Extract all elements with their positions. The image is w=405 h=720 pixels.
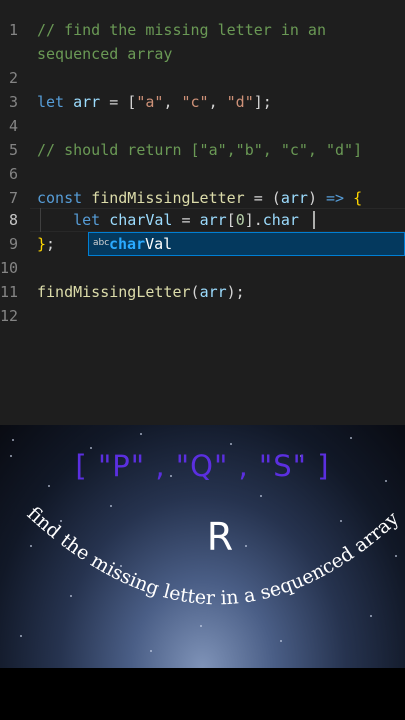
code-token: ]. xyxy=(244,211,263,229)
line-number: 2 xyxy=(8,69,18,87)
autocomplete-widget[interactable]: abc charVal xyxy=(88,232,405,256)
code-token: , xyxy=(163,93,182,111)
line-number: 3 xyxy=(8,93,18,111)
code-token: ) xyxy=(307,189,326,207)
code-line[interactable]: 4 xyxy=(0,114,405,138)
line-code: sequenced array xyxy=(37,42,172,66)
line-number: 8 xyxy=(8,211,18,229)
line-number: 5 xyxy=(8,141,18,159)
line-number: 11 xyxy=(0,283,19,301)
code-token: char xyxy=(262,211,299,229)
code-token: } xyxy=(37,235,47,253)
code-editor[interactable]: 1 // find the missing letter in an sequenc… xyxy=(0,0,405,425)
code-line[interactable]: 7 const findMissingLetter = (arr) => { xyxy=(0,186,405,210)
caption-text: find the missing letter in a sequenced a… xyxy=(23,503,404,610)
line-number: 12 xyxy=(0,307,19,325)
code-token: ); xyxy=(226,283,245,301)
code-line[interactable]: 3 let arr = ["a", "c", "d"]; xyxy=(0,90,405,114)
code-line[interactable]: 11 findMissingLetter(arr); xyxy=(0,280,405,304)
code-token: , xyxy=(208,93,227,111)
code-token: let xyxy=(37,93,74,111)
code-token: "a" xyxy=(136,93,164,111)
code-line[interactable]: 2 xyxy=(0,66,405,90)
code-token: sequenced array xyxy=(37,45,173,63)
code-line[interactable]: 10 xyxy=(0,256,405,280)
title-banner: [ "P" , "Q" , "S" ] R find the missing l… xyxy=(0,425,405,668)
code-token: arr xyxy=(199,211,227,229)
autocomplete-item[interactable]: abc charVal xyxy=(89,233,404,255)
code-token: findMissingLetter xyxy=(37,283,191,301)
line-number: 4 xyxy=(8,117,18,135)
code-line[interactable]: 12 xyxy=(0,304,405,328)
code-token: arr xyxy=(280,189,308,207)
line-number: 9 xyxy=(8,235,18,253)
line-code: findMissingLetter(arr); xyxy=(37,280,245,304)
autocomplete-rest: Val xyxy=(145,235,173,253)
code-token: = ( xyxy=(244,189,281,207)
code-token: [ xyxy=(226,211,236,229)
line-code: let arr = ["a", "c", "d"]; xyxy=(37,90,272,114)
code-token: ; xyxy=(46,235,56,253)
code-token: let xyxy=(73,211,110,229)
code-token: const xyxy=(37,189,92,207)
line-code: let charVal = arr[0].char xyxy=(37,208,299,232)
code-token: "d" xyxy=(226,93,254,111)
autocomplete-match: char xyxy=(109,235,146,253)
line-number: 6 xyxy=(8,165,18,183)
code-line[interactable]: 5 // should return ["a","b", "c", "d"] xyxy=(0,138,405,162)
bottom-bar xyxy=(0,668,405,720)
code-token: 0 xyxy=(235,211,245,229)
code-token: arr xyxy=(73,93,101,111)
code-token: // should return ["a","b", "c", "d"] xyxy=(37,141,363,159)
code-token: charVal xyxy=(109,211,173,229)
code-token: "c" xyxy=(181,93,209,111)
code-line[interactable]: 1 // find the missing letter in an xyxy=(0,18,405,42)
code-line[interactable]: 6 xyxy=(0,162,405,186)
line-number: 7 xyxy=(8,189,18,207)
code-token: => xyxy=(326,189,345,207)
code-token: // find the missing letter in an xyxy=(37,21,326,39)
line-number: 10 xyxy=(0,259,19,277)
line-code: // should return ["a","b", "c", "d"] xyxy=(37,138,362,162)
text-suggestion-icon: abc xyxy=(93,238,110,248)
code-token: findMissingLetter xyxy=(91,189,245,207)
caption-textpath: find the missing letter in a sequenced a… xyxy=(23,503,404,610)
code-token: ( xyxy=(190,283,200,301)
line-code: // find the missing letter in an xyxy=(37,18,326,42)
line-code: }; xyxy=(37,232,55,256)
code-token: = xyxy=(172,211,200,229)
caption-arc: find the missing letter in a sequenced a… xyxy=(23,503,404,610)
code-line[interactable]: sequenced array xyxy=(0,42,405,66)
code-token: arr xyxy=(199,283,227,301)
line-code: const findMissingLetter = (arr) => { xyxy=(37,186,362,210)
code-line[interactable]: 8 let charVal = arr[0].char xyxy=(0,208,405,232)
code-token: ]; xyxy=(253,93,272,111)
code-token: = [ xyxy=(100,93,137,111)
code-token: { xyxy=(353,189,363,207)
line-number: 1 xyxy=(8,21,18,39)
autocomplete-item-label: charVal xyxy=(109,233,172,255)
text-cursor xyxy=(313,211,315,229)
